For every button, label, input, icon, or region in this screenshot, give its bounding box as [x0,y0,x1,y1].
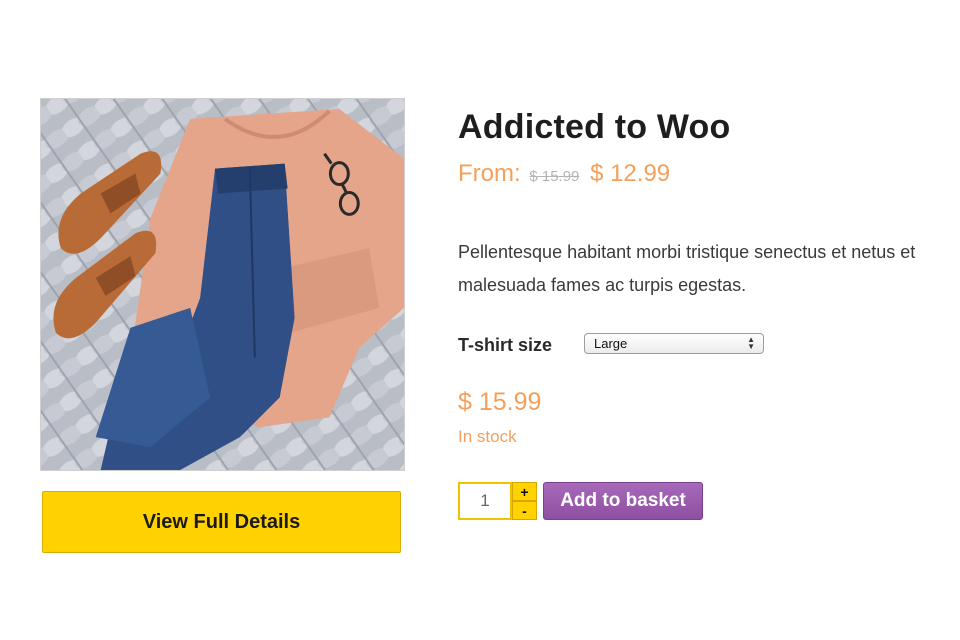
view-full-details-button[interactable]: View Full Details [42,491,401,553]
add-to-basket-button[interactable]: Add to basket [543,482,703,520]
product-description: Pellentesque habitant morbi tristique se… [458,242,916,295]
size-select[interactable]: Large ▲ ▼ [584,333,764,354]
size-select-value: Large [594,336,628,351]
stock-status: In stock [458,427,517,446]
product-image[interactable] [40,98,405,471]
price-from-label: From: [458,160,521,187]
product-title: Addicted to Woo [458,108,731,146]
product-photo [41,99,404,470]
quantity-minus-button[interactable]: - [512,501,537,520]
variation-price: $ 15.99 [458,388,542,416]
price-old: $ 15.99 [529,168,580,185]
quantity-input[interactable]: 1 [458,482,512,520]
select-arrows-icon: ▲ ▼ [747,335,755,351]
quantity-plus-button[interactable]: + [512,482,537,501]
size-label: T-shirt size [458,335,553,355]
price-new: $ 12.99 [590,160,671,187]
price-range: From: $ 15.99 $ 12.99 [458,160,670,188]
